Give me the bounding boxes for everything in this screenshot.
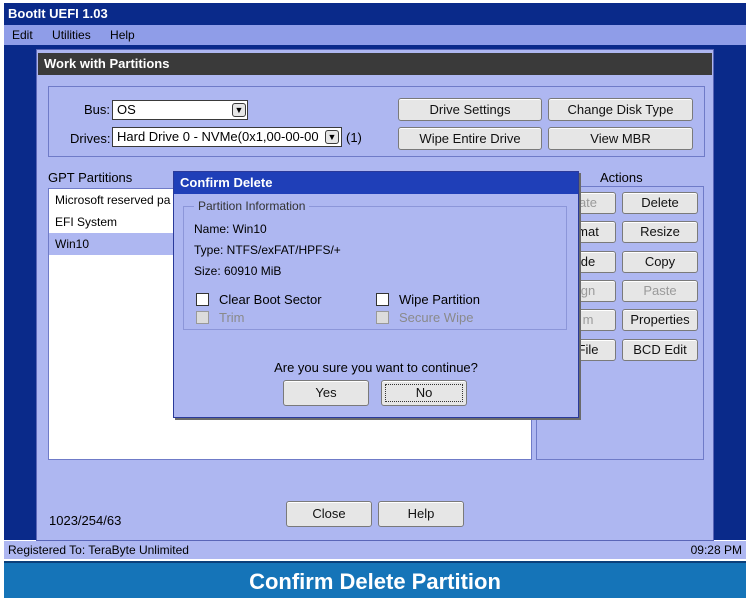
drives-select[interactable]: Hard Drive 0 - NVMe(0x1,00-00-00: [112, 127, 342, 147]
menu-help[interactable]: Help: [110, 28, 135, 42]
wipe-entire-drive-button[interactable]: Wipe Entire Drive: [398, 127, 542, 150]
bus-select[interactable]: OS: [112, 100, 248, 120]
drives-dropdown-arrow-icon[interactable]: ▼: [325, 130, 339, 144]
clock-time: 09:28 PM: [690, 543, 742, 557]
menu-utilities[interactable]: Utilities: [52, 28, 91, 42]
secure-wipe-label: Secure Wipe: [399, 310, 474, 325]
drive-settings-button[interactable]: Drive Settings: [398, 98, 542, 121]
bus-value: OS: [117, 102, 136, 117]
no-button[interactable]: No: [381, 380, 467, 406]
registered-to-text: Registered To: TeraByte Unlimited: [8, 543, 189, 557]
close-button[interactable]: Close: [286, 501, 372, 527]
confirm-question: Are you sure you want to continue?: [274, 360, 478, 375]
partition-type: Type: NTFS/exFAT/HPFS/+: [194, 243, 341, 257]
gpt-partitions-label: GPT Partitions: [48, 170, 133, 185]
bus-dropdown-arrow-icon[interactable]: ▼: [232, 103, 246, 117]
bus-label: Bus:: [84, 102, 111, 117]
secure-wipe-checkbox[interactable]: [376, 311, 389, 324]
clear-boot-sector-checkbox[interactable]: [196, 293, 209, 306]
dialog-title-bar: Confirm Delete: [174, 172, 578, 194]
paste-button[interactable]: Paste: [622, 280, 698, 302]
yes-button[interactable]: Yes: [283, 380, 369, 406]
menu-edit[interactable]: Edit: [12, 28, 33, 42]
partition-name: Name: Win10: [194, 222, 267, 236]
drives-value: Hard Drive 0 - NVMe(0x1,00-00-00: [117, 129, 319, 144]
help-button[interactable]: Help: [378, 501, 464, 527]
panel-title-bar: Work with Partitions: [38, 53, 712, 75]
app-title: BootIt UEFI 1.03: [8, 6, 108, 21]
partition-size: Size: 60910 MiB: [194, 264, 282, 278]
partition-information-label: Partition Information: [194, 199, 310, 213]
status-bar: Registered To: TeraByte Unlimited 09:28 …: [4, 541, 746, 559]
drives-count: (1): [346, 130, 362, 145]
caption-banner: Confirm Delete Partition: [4, 561, 746, 598]
properties-button[interactable]: Properties: [622, 309, 698, 331]
change-disk-type-button[interactable]: Change Disk Type: [548, 98, 693, 121]
bcd-edit-button[interactable]: BCD Edit: [622, 339, 698, 361]
trim-checkbox[interactable]: [196, 311, 209, 324]
disk-geometry-text: 1023/254/63: [49, 513, 122, 528]
menu-bar: Edit Utilities Help: [4, 25, 746, 45]
clear-boot-sector-label: Clear Boot Sector: [219, 292, 322, 307]
view-mbr-button[interactable]: View MBR: [548, 127, 693, 150]
resize-button[interactable]: Resize: [622, 221, 698, 243]
drives-label: Drives:: [70, 131, 111, 146]
delete-button[interactable]: Delete: [622, 192, 698, 214]
wipe-partition-checkbox[interactable]: [376, 293, 389, 306]
panel-title: Work with Partitions: [44, 56, 170, 71]
dialog-title: Confirm Delete: [180, 175, 273, 190]
trim-label: Trim: [219, 310, 245, 325]
actions-label: Actions: [600, 170, 643, 185]
copy-button[interactable]: Copy: [622, 251, 698, 273]
app-title-bar: BootIt UEFI 1.03: [4, 3, 746, 25]
caption-banner-text: Confirm Delete Partition: [249, 569, 501, 594]
wipe-partition-label: Wipe Partition: [399, 292, 480, 307]
